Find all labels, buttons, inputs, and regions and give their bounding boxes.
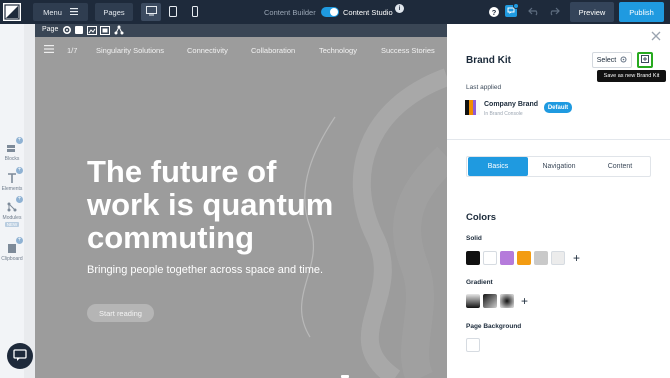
solid-label: Solid — [466, 235, 482, 242]
page-settings-gear-icon[interactable] — [62, 25, 72, 37]
sidebar-item-label: Elements — [1, 186, 23, 192]
left-sidebar: + Blocks + Elements + Modules NEW + Clip… — [0, 24, 24, 378]
solid-color-swatch[interactable] — [551, 251, 565, 265]
gradient-swatch-linear[interactable] — [466, 294, 480, 308]
page-toolbar: Page — [35, 24, 447, 37]
app-logo-icon[interactable] — [3, 3, 21, 21]
sidebar-item-clipboard[interactable]: + Clipboard — [0, 237, 24, 262]
menu-label: Menu — [43, 7, 62, 17]
pages-button[interactable]: Pages — [95, 3, 133, 21]
modules-icon: + — [6, 196, 23, 213]
tablet-icon — [169, 5, 177, 19]
nav-item-connectivity[interactable]: Connectivity — [187, 46, 228, 55]
gradient-swatch-diagonal[interactable] — [483, 294, 497, 308]
panel-title: Brand Kit — [466, 55, 511, 66]
brand-name[interactable]: Company Brand — [484, 101, 538, 108]
site-navigation: 1/7 Singularity Solutions Connectivity C… — [35, 37, 447, 63]
tab-content[interactable]: Content — [590, 157, 650, 176]
page-counter: 1/7 — [67, 46, 78, 55]
gradient-label: Gradient — [466, 279, 493, 286]
brand-swatch-white — [476, 100, 480, 115]
start-reading-button[interactable]: Start reading — [87, 304, 154, 322]
tab-navigation[interactable]: Navigation — [529, 157, 589, 176]
add-clipboard-icon: + — [16, 237, 23, 244]
notification-badge — [513, 3, 519, 9]
solid-color-swatch[interactable] — [500, 251, 514, 265]
settings-icon — [620, 56, 627, 65]
sidebar-item-blocks[interactable]: + Blocks — [0, 137, 24, 162]
divider — [447, 139, 670, 140]
mobile-icon — [192, 5, 198, 19]
solid-color-swatch[interactable] — [483, 251, 497, 265]
publish-button[interactable]: Publish — [619, 2, 664, 22]
nav-item-singularity-solutions[interactable]: Singularity Solutions — [96, 46, 164, 55]
default-badge: Default — [544, 102, 572, 113]
sidebar-item-modules[interactable]: + Modules NEW — [0, 196, 24, 228]
hero-subtitle[interactable]: Bringing people together across space an… — [87, 264, 327, 276]
add-solid-color-icon[interactable]: + — [573, 252, 580, 264]
desktop-view-button[interactable] — [141, 3, 161, 21]
brand-kit-panel: Brand Kit Select Save as new Brand Kit L… — [447, 24, 670, 378]
add-gradient-icon[interactable]: + — [521, 295, 528, 307]
content-builder-label: Content Builder — [264, 8, 316, 17]
last-applied-label: Last applied — [466, 84, 502, 91]
chat-support-button[interactable] — [7, 343, 33, 369]
studio-mode-toggle[interactable] — [321, 7, 339, 17]
brand-color-swatch[interactable] — [465, 100, 480, 115]
help-icon[interactable]: ? — [489, 7, 499, 17]
info-icon[interactable]: i — [395, 4, 404, 13]
nav-item-collaboration[interactable]: Collaboration — [251, 46, 295, 55]
new-badge: NEW — [4, 222, 20, 227]
redo-icon[interactable] — [548, 6, 560, 18]
nav-item-technology[interactable]: Technology — [319, 46, 357, 55]
brand-source: In Brand Console — [484, 111, 523, 117]
sidebar-item-label: Clipboard — [1, 256, 23, 262]
notifications-icon[interactable] — [505, 3, 519, 17]
menu-button[interactable]: Menu — [33, 3, 88, 21]
nav-item-success-stories[interactable]: Success Stories — [381, 46, 435, 55]
save-as-brand-kit-button[interactable] — [637, 52, 653, 68]
tablet-view-button[interactable] — [163, 3, 183, 21]
sidebar-item-label: Blocks — [4, 156, 20, 162]
close-icon[interactable] — [651, 31, 661, 43]
gradient-swatch-radial[interactable] — [500, 294, 514, 308]
page-canvas[interactable]: 1/7 Singularity Solutions Connectivity C… — [35, 37, 447, 378]
select-brand-kit-button[interactable]: Select — [592, 52, 632, 68]
add-module-icon: + — [16, 196, 23, 203]
page-label: Page — [42, 26, 59, 33]
solid-color-swatch[interactable] — [517, 251, 531, 265]
clipboard-icon: + — [6, 237, 23, 254]
brand-kit-tabs: Basics Navigation Content — [466, 156, 651, 177]
top-toolbar: Menu Pages Content Builder Content Studi… — [0, 0, 670, 24]
page-background-icon[interactable] — [75, 26, 83, 34]
page-structure-icon[interactable] — [114, 25, 124, 37]
page-background-swatch[interactable] — [466, 338, 480, 352]
page-frame-icon[interactable] — [100, 26, 110, 37]
hero-title[interactable]: The future of work is quantum commuting — [87, 155, 347, 254]
select-label: Select — [596, 56, 617, 64]
undo-icon[interactable] — [528, 6, 540, 18]
site-menu-icon[interactable] — [44, 45, 54, 55]
solid-color-swatch[interactable] — [534, 251, 548, 265]
save-tooltip: Save as new Brand Kit — [597, 70, 666, 82]
colors-heading: Colors — [466, 212, 497, 223]
page-image-icon[interactable] — [87, 26, 97, 37]
blocks-icon: + — [6, 137, 23, 154]
chat-icon — [13, 348, 27, 364]
desktop-icon — [145, 6, 157, 18]
preview-button[interactable]: Preview — [570, 2, 614, 22]
content-studio-label: Content Studio — [343, 8, 393, 17]
tab-basics[interactable]: Basics — [468, 157, 528, 176]
hamburger-icon — [69, 7, 78, 17]
add-element-icon: + — [16, 167, 23, 174]
text-element-icon: + — [6, 167, 23, 184]
sidebar-item-elements[interactable]: + Elements — [0, 167, 24, 192]
save-icon — [641, 55, 649, 65]
page-background-label: Page Background — [466, 323, 522, 330]
add-block-icon: + — [16, 137, 23, 144]
sidebar-item-label: Modules — [2, 215, 22, 221]
pages-label: Pages — [103, 7, 125, 17]
mobile-view-button[interactable] — [185, 3, 205, 21]
solid-color-swatch[interactable] — [466, 251, 480, 265]
